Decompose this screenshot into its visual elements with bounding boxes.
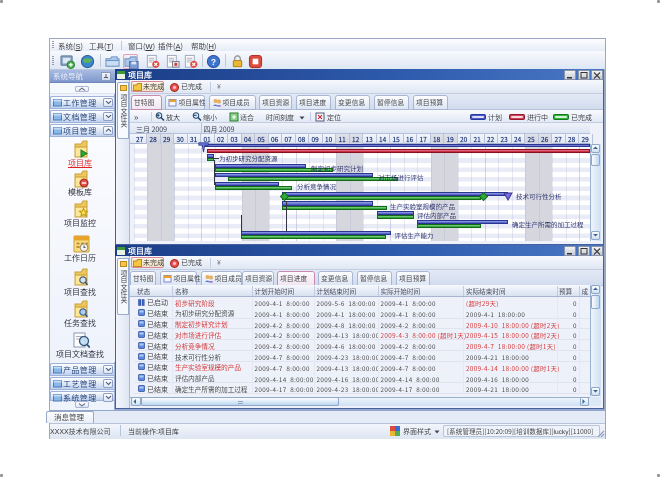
svg-text:?: ? xyxy=(211,57,216,67)
